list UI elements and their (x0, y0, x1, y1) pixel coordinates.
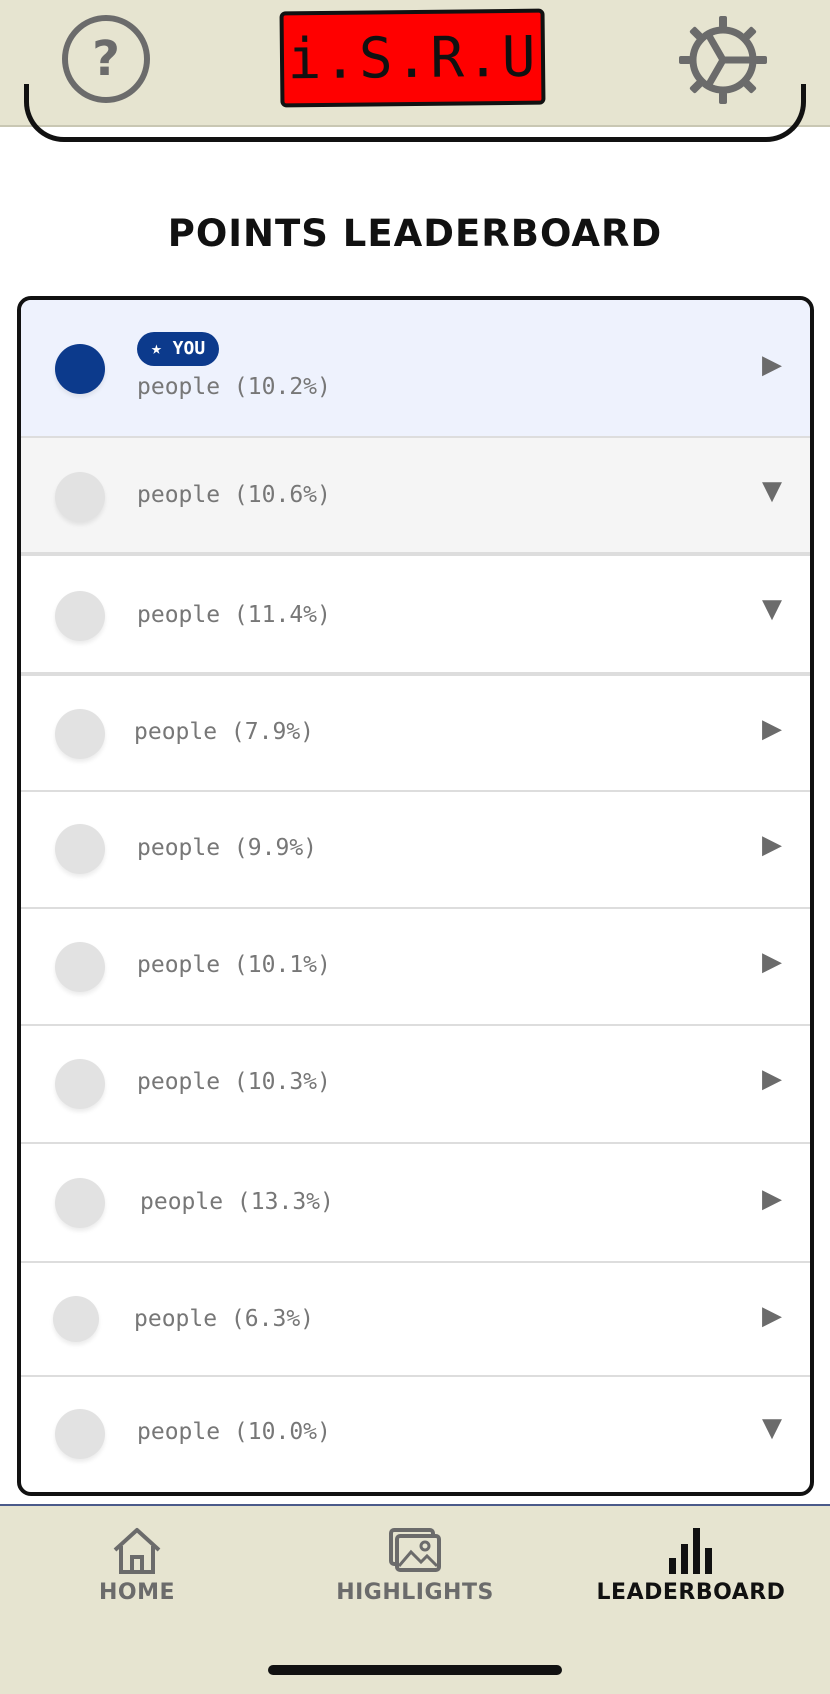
leaderboard-row-you[interactable]: ★ YOU people (10.2%) ▶ (21, 300, 810, 438)
expand-arrow-icon[interactable]: ▶ (762, 350, 782, 380)
team-color-dot (55, 1409, 105, 1459)
leaderboard-row[interactable]: people (13.3%) ▶ (21, 1144, 810, 1263)
nav-home-label: HOME (98, 1580, 176, 1605)
leaderboard-row[interactable]: people (11.4%) ▼ (21, 556, 810, 676)
row-label: people (6.3%) (134, 1306, 315, 1332)
previous-card-edge (24, 84, 806, 142)
home-indicator[interactable] (268, 1665, 562, 1675)
row-label: people (13.3%) (140, 1189, 334, 1215)
collapse-arrow-icon[interactable]: ▼ (762, 476, 782, 506)
team-color-dot (55, 472, 105, 522)
leaderboard-row[interactable]: people (10.3%) ▶ (21, 1026, 810, 1144)
home-icon (113, 1528, 161, 1574)
row-label: people (10.1%) (137, 952, 331, 978)
team-color-dot (53, 1296, 99, 1342)
leaderboard-row[interactable]: people (6.3%) ▶ (21, 1263, 810, 1377)
nav-leaderboard[interactable]: LEADERBOARD (571, 1524, 811, 1605)
nav-leaderboard-label: LEADERBOARD (596, 1580, 786, 1605)
team-color-dot (55, 344, 105, 394)
help-icon: ? (92, 31, 120, 87)
you-badge: ★ YOU (137, 332, 220, 366)
row-label: people (11.4%) (137, 602, 331, 628)
leaderboard-row[interactable]: people (9.9%) ▶ (21, 792, 810, 909)
leaderboard-row[interactable]: people (10.0%) ▼ (21, 1377, 810, 1492)
nav-home[interactable]: HOME (17, 1524, 257, 1605)
expand-arrow-icon[interactable]: ▶ (762, 1064, 782, 1094)
expand-arrow-icon[interactable]: ▶ (762, 1301, 782, 1331)
expand-arrow-icon[interactable]: ▶ (762, 1184, 782, 1214)
row-label: people (10.0%) (137, 1419, 331, 1445)
leaderboard-row[interactable]: people (10.1%) ▶ (21, 909, 810, 1026)
team-color-dot (55, 709, 105, 759)
expand-arrow-icon[interactable]: ▶ (762, 714, 782, 744)
nav-highlights-label: HIGHLIGHTS (336, 1580, 494, 1605)
bar-chart-icon (669, 1528, 712, 1574)
team-color-dot (55, 1178, 105, 1228)
expand-arrow-icon[interactable]: ▶ (762, 947, 782, 977)
row-label: people (10.6%) (137, 482, 331, 508)
leaderboard-row[interactable]: people (10.6%) ▼ (21, 438, 810, 556)
row-label: people (9.9%) (137, 835, 318, 861)
team-color-dot (55, 591, 105, 641)
row-label: people (7.9%) (134, 719, 315, 745)
nav-highlights[interactable]: HIGHLIGHTS (295, 1524, 535, 1605)
expand-arrow-icon[interactable]: ▶ (762, 830, 782, 860)
gallery-icon (389, 1528, 441, 1572)
leaderboard-row[interactable]: people (7.9%) ▶ (21, 676, 810, 792)
team-color-dot (55, 824, 105, 874)
logo-text: i.S.R.U (287, 24, 538, 92)
collapse-arrow-icon[interactable]: ▼ (762, 1413, 782, 1443)
team-color-dot (55, 1059, 105, 1109)
leaderboard-list: ★ YOU people (10.2%) ▶ people (10.6%) ▼ … (17, 296, 814, 1496)
team-color-dot (55, 942, 105, 992)
collapse-arrow-icon[interactable]: ▼ (762, 594, 782, 624)
row-label: people (10.3%) (137, 1069, 331, 1095)
row-label: people (10.2%) (137, 374, 331, 400)
page-title: POINTS LEADERBOARD (167, 212, 663, 255)
